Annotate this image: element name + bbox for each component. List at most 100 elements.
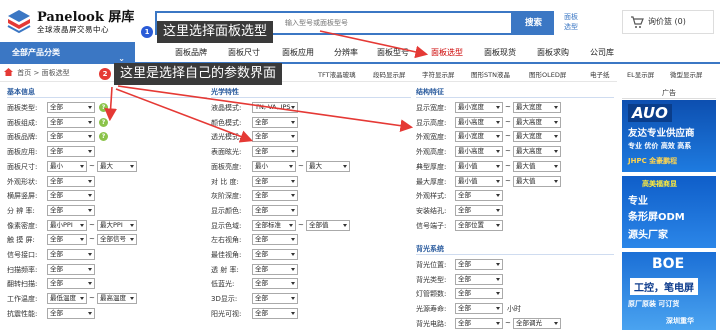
basic-select-max-8[interactable]: 最大PPI xyxy=(97,219,137,231)
structure-select-min-2[interactable]: 最小宽度 xyxy=(455,131,503,143)
tab-panel-wanted[interactable]: 面板求购 xyxy=(537,44,569,62)
subtab-el-display[interactable]: EL显示屏 xyxy=(627,69,654,79)
logo[interactable]: Panelook 屏库 全球液晶屏交易中心 xyxy=(6,6,156,38)
tab-resolution[interactable]: 分辨率 xyxy=(334,44,358,62)
basic-select-min-13[interactable]: 最低温度 xyxy=(47,293,87,305)
basic-select-12[interactable]: 全部 xyxy=(47,278,95,290)
optical-select-max-4[interactable]: 最大 xyxy=(306,160,350,172)
structure-select-max-4[interactable]: 最大值 xyxy=(513,160,561,172)
breadcrumb-separator: > xyxy=(33,69,40,77)
basic-select-2[interactable]: 全部 xyxy=(47,131,95,143)
tab-panel-model[interactable]: 面板型号 xyxy=(377,44,409,62)
subtab-graphic-stn[interactable]: 图形STN液晶 xyxy=(471,69,510,79)
optical-label-2: 透光模式: xyxy=(211,133,242,142)
subtab-segment[interactable]: 段码显示屏 xyxy=(373,69,406,79)
structure-select-min-3[interactable]: 最小高度 xyxy=(455,146,503,158)
optical-select-min-4[interactable]: 最小 xyxy=(252,160,296,172)
tab-panel-brand[interactable]: 面板品牌 xyxy=(175,44,207,62)
optical-label-3: 表面眩光: xyxy=(211,148,242,157)
basic-select-min-4[interactable]: 最小 xyxy=(47,160,87,172)
basic-select-3[interactable]: 全部 xyxy=(47,146,95,158)
optical-select-12[interactable]: 全部 xyxy=(252,278,298,290)
basic-label-10: 信号接口: xyxy=(7,251,38,259)
basic-select-min-8[interactable]: 最小PPI xyxy=(47,219,87,231)
optical-select-1[interactable]: 全部 xyxy=(252,116,298,128)
structure-select-max-5[interactable]: 最大值 xyxy=(513,175,561,187)
breadcrumb-current: 面板选型 xyxy=(41,69,70,77)
ad-auo[interactable]: AUO 友达专业供应商 专业 优价 高效 高系 JHPC 金豪鹏程 xyxy=(622,100,716,172)
basic-select-11[interactable]: 全部 xyxy=(47,263,95,275)
basic-range-sep-4: ~ xyxy=(89,161,95,170)
optical-select-7[interactable]: 全部 xyxy=(252,204,298,216)
optical-select-3[interactable]: 全部 xyxy=(252,146,298,158)
panel-select-link[interactable]: 面板选型 xyxy=(564,12,584,32)
structure-select-min-0[interactable]: 最小宽度 xyxy=(455,102,503,113)
ad-gaomeifu[interactable]: 高美福商显 专业 条形屏ODM 源头厂家 xyxy=(622,176,716,248)
optical-label-12: 低蓝光: xyxy=(211,280,235,289)
basic-select-10[interactable]: 全部 xyxy=(47,249,95,260)
optical-select-2[interactable]: 全部 xyxy=(252,131,298,143)
basic-select-max-13[interactable]: 最高温度 xyxy=(97,293,137,305)
backlight-select-max-4[interactable]: 全部调光 xyxy=(513,317,561,329)
structure-select-6[interactable]: 全部 xyxy=(455,190,503,202)
basic-select-min-9[interactable]: 全部 xyxy=(47,234,87,246)
basic-help-icon-1[interactable]: ? xyxy=(99,117,108,127)
basic-select-7[interactable]: 全部 xyxy=(47,204,95,216)
optical-select-11[interactable]: 全部 xyxy=(252,263,298,275)
structure-select-7[interactable]: 全部 xyxy=(455,204,503,216)
subtab-tft-glass[interactable]: TFT液晶玻璃 xyxy=(318,69,356,79)
cart-label: 询价篮 (0) xyxy=(648,17,686,26)
backlight-select-1[interactable]: 全部 xyxy=(455,273,503,285)
optical-select-max-8[interactable]: 全部值 xyxy=(306,219,350,231)
optical-select-13[interactable]: 全部 xyxy=(252,293,298,305)
tab-panel-application[interactable]: 面板应用 xyxy=(282,44,314,62)
structure-select-min-1[interactable]: 最小高度 xyxy=(455,116,503,128)
basic-select-1[interactable]: 全部 xyxy=(47,116,95,128)
optical-select-min-8[interactable]: 全部标准 xyxy=(252,219,296,231)
subtab-character[interactable]: 字符显示屏 xyxy=(422,69,455,79)
basic-select-0[interactable]: 全部 xyxy=(47,102,95,113)
all-categories-button[interactable]: 全部产品分类 ⌄ xyxy=(0,42,135,64)
basic-label-1: 面板组成: xyxy=(7,118,38,127)
basic-select-max-9[interactable]: 全部信号 xyxy=(97,234,137,246)
structure-select-max-3[interactable]: 最大高度 xyxy=(513,146,561,158)
optical-select-6[interactable]: 全部 xyxy=(252,190,298,202)
structure-select-max-2[interactable]: 最大宽度 xyxy=(513,131,561,143)
subtab-micro-display[interactable]: 微型显示屏 xyxy=(670,69,703,79)
ad-boe[interactable]: BOE 工控，笔电屏 原厂原装 可订货 深圳重华 xyxy=(622,252,716,330)
structure-label-2: 外观宽度: xyxy=(416,133,447,142)
arrow-to-basic-section xyxy=(104,86,118,122)
subtab-e-paper[interactable]: 电子纸 xyxy=(590,69,610,79)
structure-select-min-4[interactable]: 最小值 xyxy=(455,160,503,172)
basic-select-6[interactable]: 全部 xyxy=(47,190,95,202)
structure-select-8[interactable]: 全部位置 xyxy=(455,219,503,231)
backlight-select-2[interactable]: 全部 xyxy=(455,288,503,300)
optical-select-5[interactable]: 全部 xyxy=(252,175,298,187)
basic-help-icon-2[interactable]: ? xyxy=(99,132,108,142)
tab-panel-size[interactable]: 面板尺寸 xyxy=(228,44,260,62)
backlight-select-min-4[interactable]: 全部 xyxy=(455,317,503,329)
backlight-range-sep-4: ~ xyxy=(505,318,511,327)
subtab-graphic-oled[interactable]: 图形OLED屏 xyxy=(529,69,566,79)
optical-select-14[interactable]: 全部 xyxy=(252,307,298,319)
structure-select-max-0[interactable]: 最大宽度 xyxy=(513,102,561,113)
backlight-select-3[interactable]: 全部 xyxy=(455,303,503,315)
structure-select-min-5[interactable]: 最小值 xyxy=(455,175,503,187)
breadcrumb-home[interactable]: 首页 xyxy=(17,69,31,77)
basic-select-max-4[interactable]: 最大 xyxy=(97,160,137,172)
structure-select-max-1[interactable]: 最大高度 xyxy=(513,116,561,128)
tab-company-library[interactable]: 公司库 xyxy=(590,44,614,62)
optical-select-10[interactable]: 全部 xyxy=(252,249,298,260)
backlight-select-0[interactable]: 全部 xyxy=(455,259,503,270)
optical-select-0[interactable]: TN, VA, IPS xyxy=(252,102,298,113)
basic-select-14[interactable]: 全部 xyxy=(47,307,95,319)
tab-panel-stock[interactable]: 面板现货 xyxy=(484,44,516,62)
divider xyxy=(211,97,411,98)
basic-help-icon-0[interactable]: ? xyxy=(99,103,108,112)
inquiry-cart[interactable]: 询价篮 (0) xyxy=(622,10,714,34)
optical-label-14: 阳光可视: xyxy=(211,309,242,318)
search-button[interactable]: 搜索 xyxy=(513,11,554,35)
basic-select-5[interactable]: 全部 xyxy=(47,175,95,187)
tab-panel-select[interactable]: 面板选型 xyxy=(431,44,463,62)
optical-select-9[interactable]: 全部 xyxy=(252,234,298,246)
